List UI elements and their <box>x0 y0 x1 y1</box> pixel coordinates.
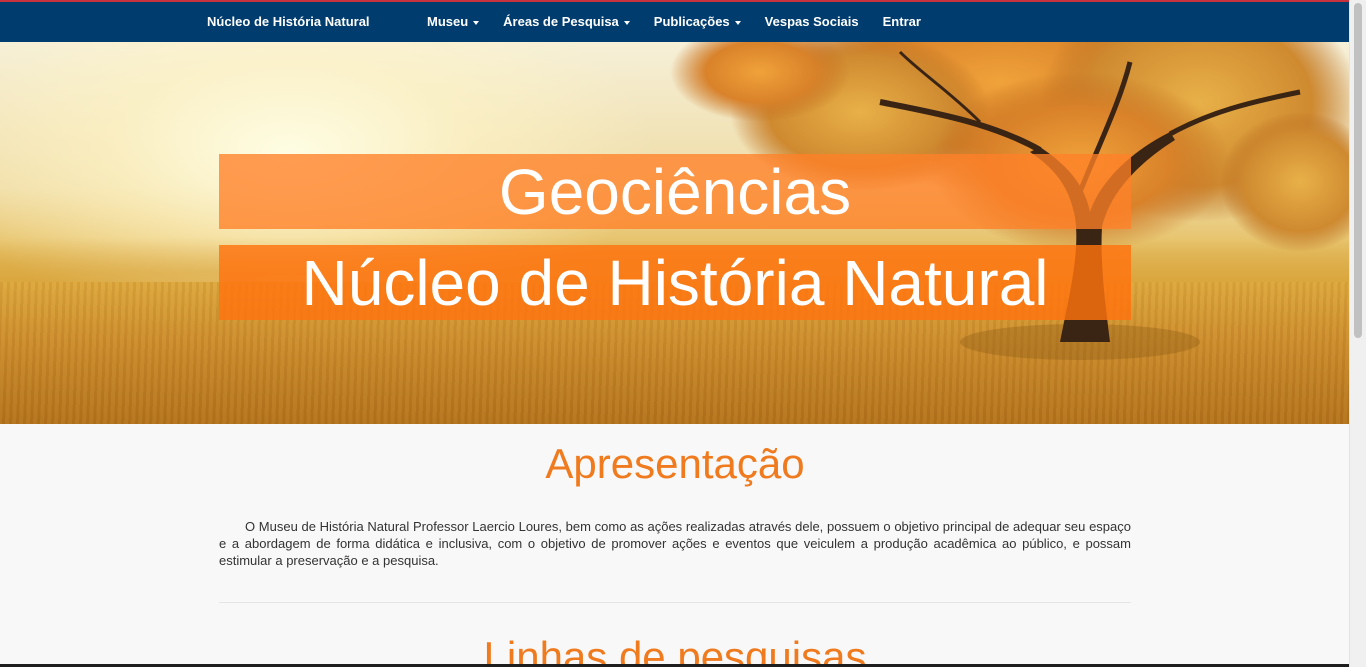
tree-illustration <box>670 42 1349 360</box>
nav-item-museu[interactable]: Museu <box>427 14 480 29</box>
presentation-text: O Museu de História Natural Professor La… <box>219 519 1131 569</box>
nav-item-label: Museu <box>427 14 469 29</box>
page: Núcleo de História Natural Museu Áreas d… <box>0 0 1349 667</box>
nav-item-vespas-sociais[interactable]: Vespas Sociais <box>765 14 859 29</box>
top-navbar: Núcleo de História Natural Museu Áreas d… <box>0 0 1349 42</box>
nav-item-label: Entrar <box>882 14 921 29</box>
presentation-title: Apresentação <box>545 440 805 487</box>
caret-down-icon <box>473 20 480 25</box>
nav-item-label: Publicações <box>653 14 730 29</box>
scrollbar-thumb[interactable] <box>1354 3 1362 338</box>
nav-item-label: Vespas Sociais <box>764 14 859 29</box>
main-nav: Museu Áreas de Pesquisa Publicações Vesp… <box>427 14 921 29</box>
hero-banner: Geociências Núcleo de História Natural <box>0 42 1349 424</box>
nav-item-entrar[interactable]: Entrar <box>883 14 921 29</box>
main-content: Apresentação O Museu de História Natural… <box>219 424 1131 667</box>
nav-item-publicacoes[interactable]: Publicações <box>654 14 741 29</box>
vertical-scrollbar[interactable] <box>1349 0 1366 667</box>
research-title: Linhas de pesquisas <box>483 633 867 667</box>
hero-title: Geociências <box>219 154 1131 229</box>
hero-subtitle: Núcleo de História Natural <box>219 245 1131 320</box>
caret-down-icon <box>734 20 741 25</box>
caret-down-icon <box>623 20 630 25</box>
section-divider <box>219 602 1131 604</box>
brand-link[interactable]: Núcleo de História Natural <box>207 14 370 29</box>
nav-item-areas-de-pesquisa[interactable]: Áreas de Pesquisa <box>503 14 630 29</box>
nav-item-label: Áreas de Pesquisa <box>503 14 619 29</box>
